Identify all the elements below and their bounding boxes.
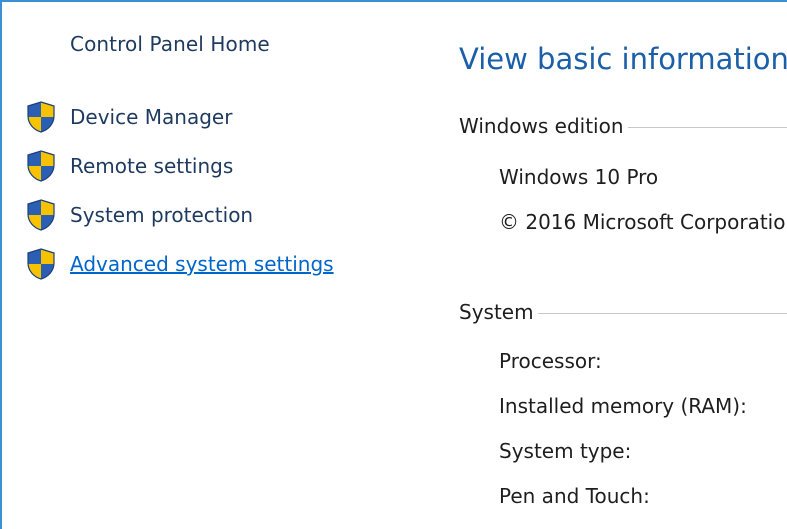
sidebar-item-advanced-system-settings[interactable]: Advanced system settings	[24, 247, 334, 281]
sidebar-item-label: System protection	[70, 203, 254, 227]
installed-memory-label: Installed memory (RAM):	[499, 394, 747, 418]
left-navigation-pane: Control Panel Home Device Manager Remote…	[2, 2, 432, 529]
sidebar-item-label: Advanced system settings	[70, 252, 334, 276]
control-panel-home-link[interactable]: Control Panel Home	[70, 32, 270, 56]
uac-shield-icon	[27, 199, 55, 231]
sidebar-item-remote-settings[interactable]: Remote settings	[24, 149, 233, 183]
sidebar-item-label: Remote settings	[70, 154, 234, 178]
section-divider	[627, 126, 787, 128]
system-type-label: System type:	[499, 439, 632, 463]
page-title: View basic information about your comput…	[459, 42, 787, 76]
section-header-label: Windows edition	[459, 114, 624, 138]
sidebar-item-system-protection[interactable]: System protection	[24, 198, 253, 232]
system-window: Control Panel Home Device Manager Remote…	[0, 0, 787, 529]
windows-edition-section-header: Windows edition	[459, 114, 787, 138]
windows-edition-name: Windows 10 Pro	[499, 165, 659, 189]
section-divider	[537, 312, 787, 314]
uac-shield-icon	[27, 150, 55, 182]
sidebar-item-device-manager[interactable]: Device Manager	[24, 100, 232, 134]
processor-label: Processor:	[499, 349, 602, 373]
pen-and-touch-label: Pen and Touch:	[499, 484, 650, 508]
system-section-header: System	[459, 300, 787, 324]
section-header-label: System	[459, 300, 534, 324]
uac-shield-icon	[27, 248, 55, 280]
sidebar-item-label: Device Manager	[70, 105, 233, 129]
main-content-pane: View basic information about your comput…	[459, 2, 787, 529]
copyright-text: © 2016 Microsoft Corporation. All rights…	[499, 210, 787, 234]
uac-shield-icon	[27, 101, 55, 133]
